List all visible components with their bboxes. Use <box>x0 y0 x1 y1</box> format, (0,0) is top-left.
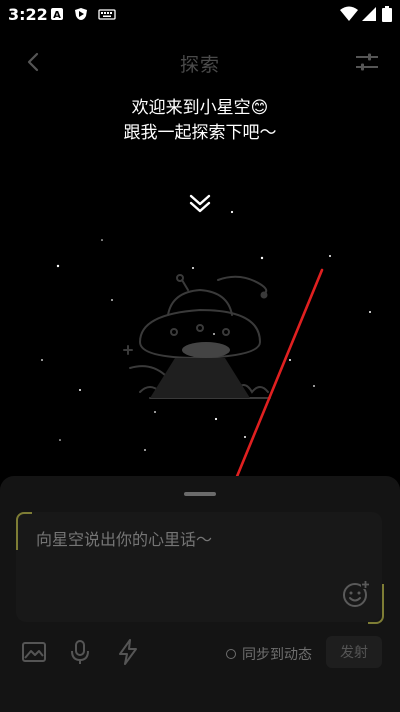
lightning-icon[interactable] <box>114 638 142 666</box>
corner-decoration <box>16 512 32 550</box>
message-input-container <box>16 512 384 624</box>
compose-sheet: 同步到动态 发射 <box>0 476 400 712</box>
ufo-illustration <box>123 274 271 399</box>
send-button[interactable]: 发射 <box>326 636 382 668</box>
sync-to-feed-toggle[interactable]: 同步到动态 <box>226 644 312 664</box>
image-icon[interactable] <box>20 638 48 666</box>
corner-decoration <box>368 584 384 624</box>
compose-toolbar: 同步到动态 发射 <box>0 634 400 674</box>
sync-label: 同步到动态 <box>242 647 312 663</box>
message-input[interactable] <box>36 530 336 549</box>
radio-icon <box>226 649 236 659</box>
emoji-add-icon[interactable] <box>342 580 370 608</box>
drag-handle[interactable] <box>184 492 216 496</box>
microphone-icon[interactable] <box>66 638 94 666</box>
